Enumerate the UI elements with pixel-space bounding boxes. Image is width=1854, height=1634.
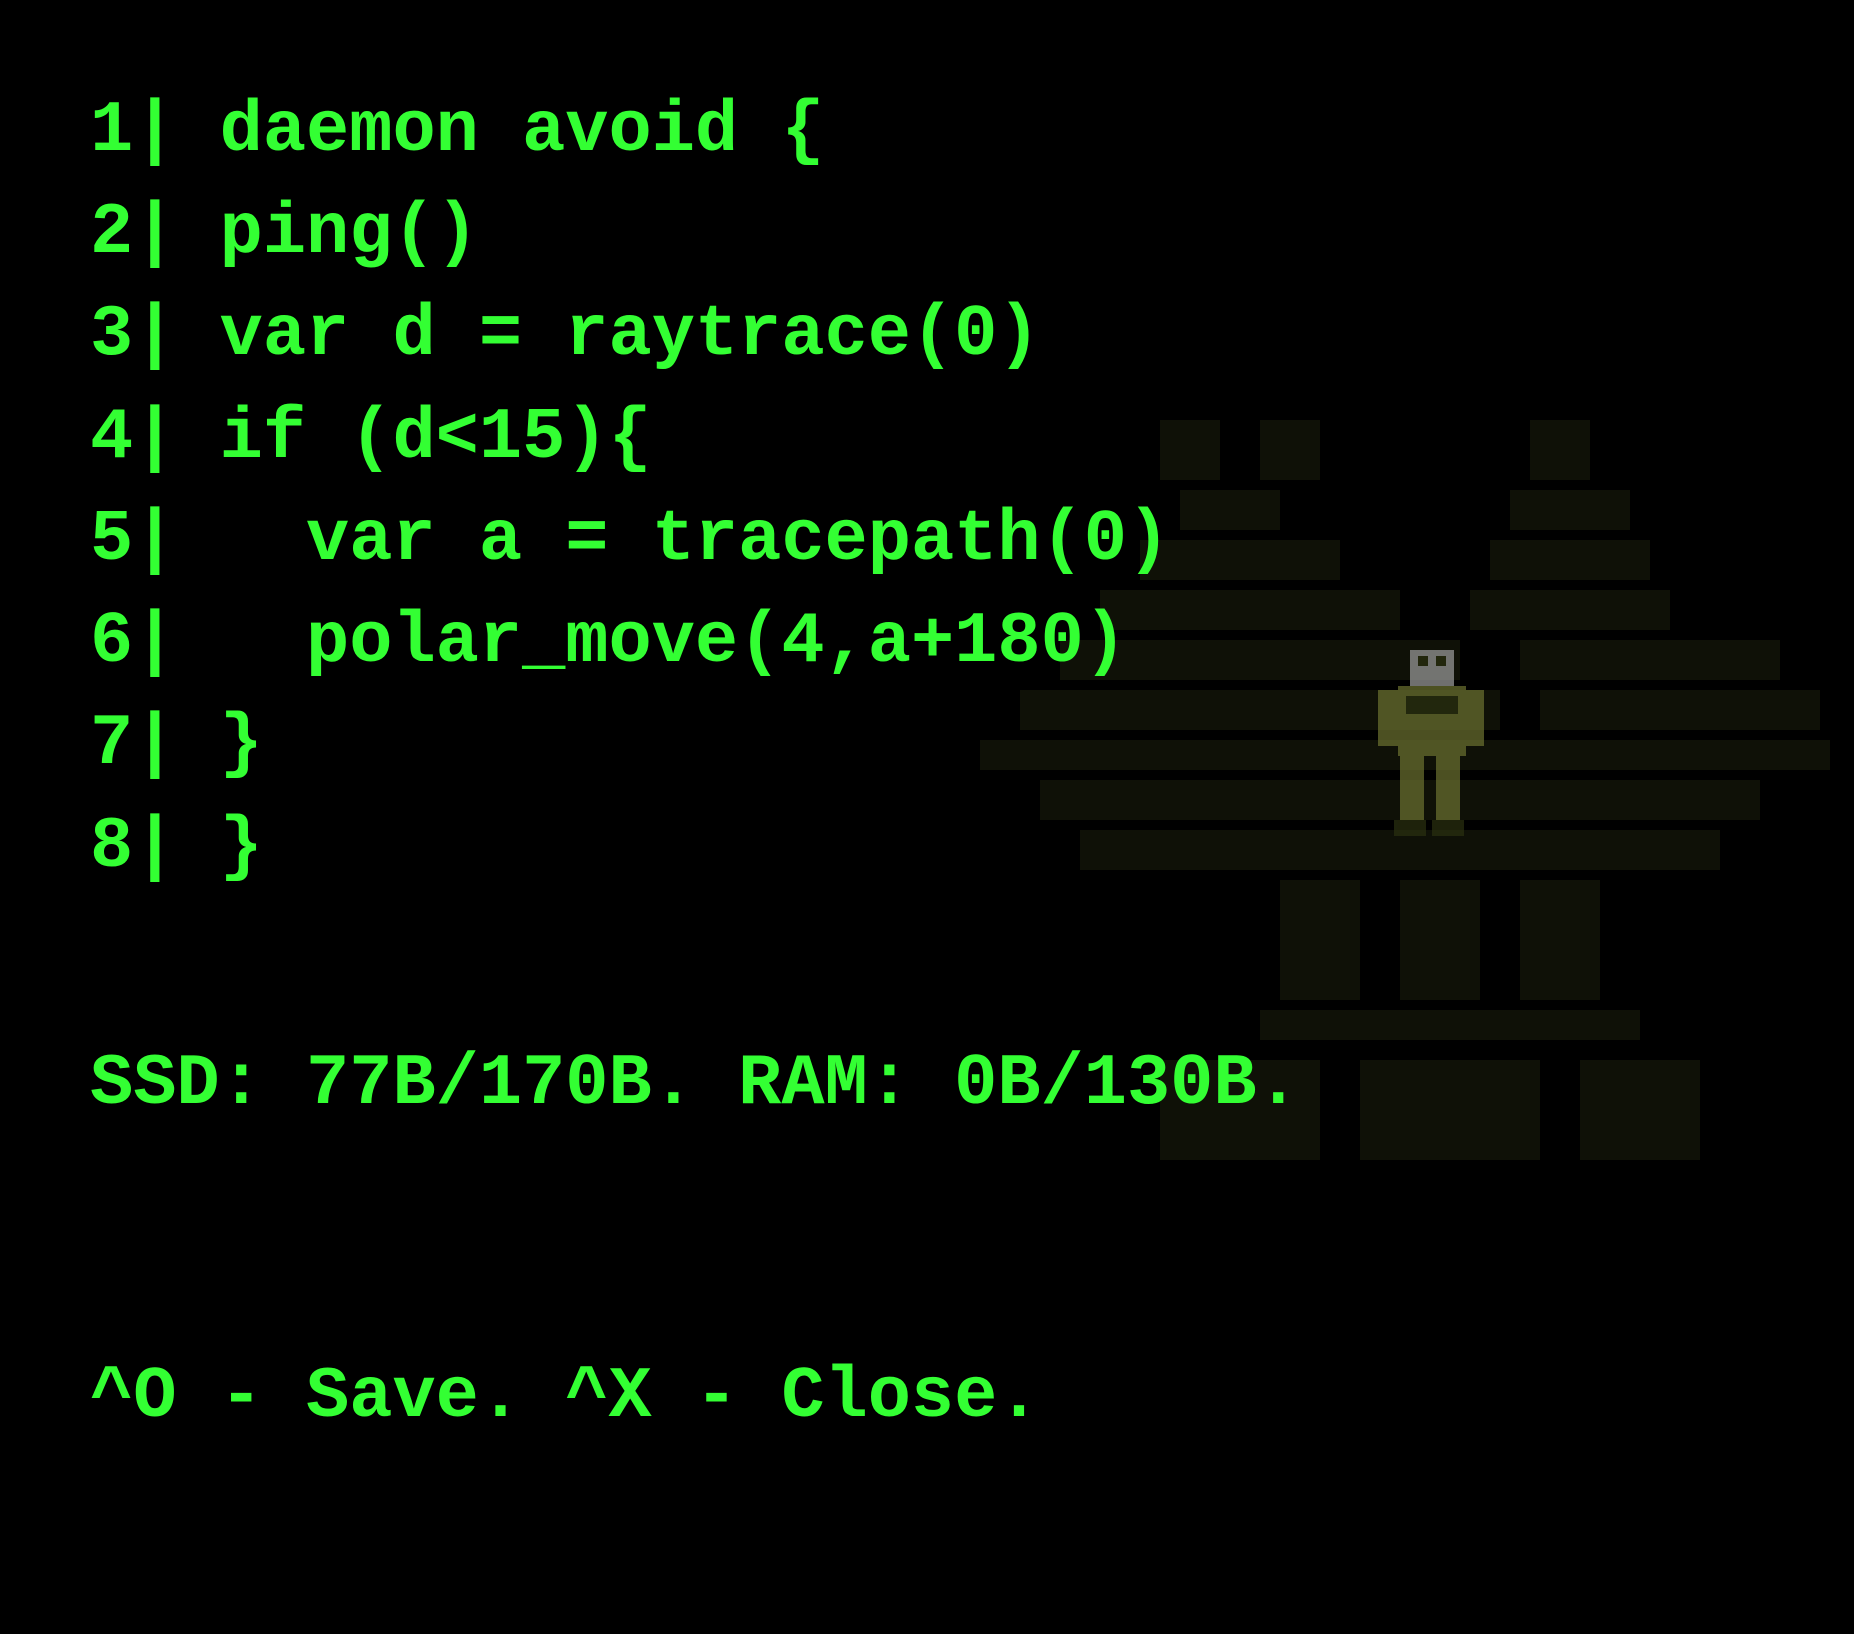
line-number: 1|	[90, 80, 220, 182]
line-code: if (d<15){	[220, 387, 652, 489]
code-line[interactable]: 6| polar_move(4,a+180)	[90, 591, 1790, 693]
line-code: }	[220, 693, 263, 795]
memory-status: SSD: 77B/170B. RAM: 0B/130B.	[90, 1032, 1300, 1136]
line-code: ping()	[220, 182, 479, 284]
code-line[interactable]: 3| var d = raytrace(0)	[90, 284, 1790, 386]
code-line[interactable]: 1| daemon avoid {	[90, 80, 1790, 182]
code-line[interactable]: 7| }	[90, 693, 1790, 795]
line-code: var a = tracepath(0)	[220, 489, 1171, 591]
line-code: daemon avoid {	[220, 80, 825, 182]
line-number: 6|	[90, 591, 220, 693]
code-editor[interactable]: 1| daemon avoid { 2| ping() 3| var d = r…	[90, 80, 1790, 898]
shortcuts-hint: ^O - Save. ^X - Close.	[90, 1345, 1300, 1449]
code-line[interactable]: 5| var a = tracepath(0)	[90, 489, 1790, 591]
line-code: var d = raytrace(0)	[220, 284, 1041, 386]
line-number: 3|	[90, 284, 220, 386]
line-number: 5|	[90, 489, 220, 591]
line-code: polar_move(4,a+180)	[220, 591, 1127, 693]
status-bar: SSD: 77B/170B. RAM: 0B/130B. ^O - Save. …	[90, 823, 1300, 1554]
code-line[interactable]: 4| if (d<15){	[90, 387, 1790, 489]
line-number: 2|	[90, 182, 220, 284]
code-line[interactable]: 2| ping()	[90, 182, 1790, 284]
line-number: 4|	[90, 387, 220, 489]
line-number: 7|	[90, 693, 220, 795]
